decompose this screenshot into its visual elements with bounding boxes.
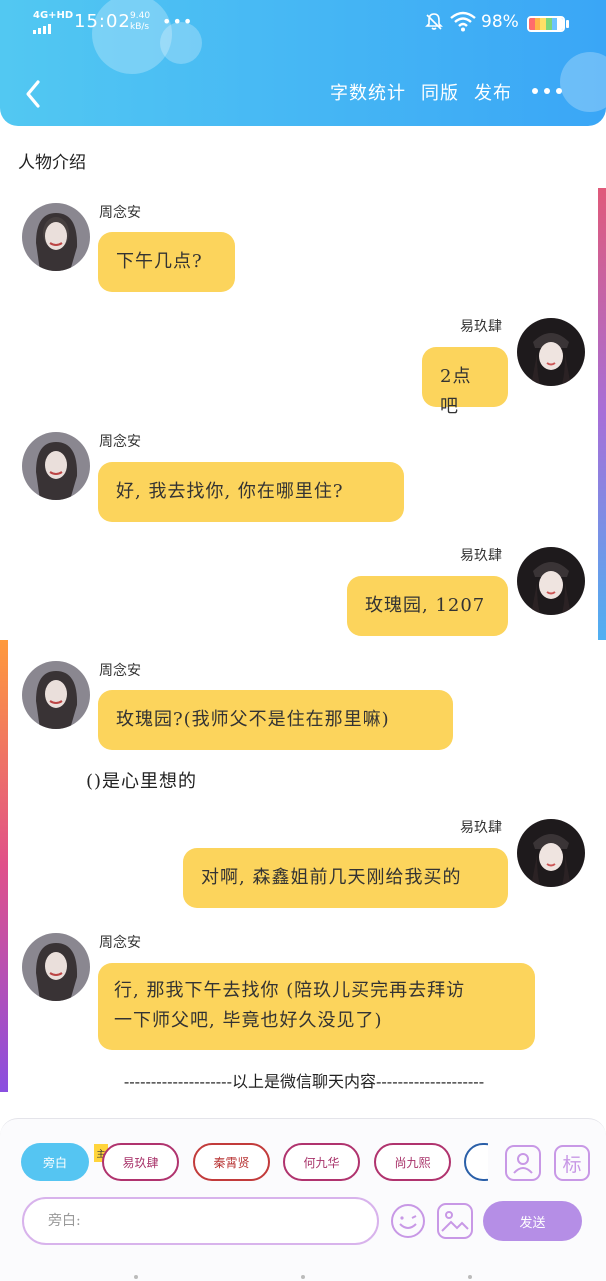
mute-bell-icon	[425, 13, 443, 30]
emoji-icon[interactable]	[390, 1203, 426, 1239]
avatar-right[interactable]	[517, 819, 585, 887]
message-bubble-right[interactable]: 玫瑰园, 1207	[347, 576, 508, 636]
role-chip[interactable]: 易玖肆	[102, 1143, 179, 1181]
character-profile-icon[interactable]	[505, 1145, 541, 1181]
sender-name: 周念安	[99, 434, 141, 450]
section-divider[interactable]: --------------------以上是微信聊天内容-----------…	[72, 1068, 536, 1092]
sender-name: 易玖肆	[460, 820, 502, 836]
right-color-bar	[598, 188, 606, 640]
message-bubble-left[interactable]: 好, 我去找你, 你在哪里住?	[98, 462, 404, 522]
tag-icon[interactable]: 标	[554, 1145, 590, 1181]
net-speed-value: 9.40	[130, 11, 151, 21]
status-bar: 4G+HD 15:02 9.40 kB/s ••• 98%	[0, 8, 606, 38]
message-input[interactable]: 旁白:	[22, 1197, 379, 1245]
publish-button[interactable]: 发布	[474, 79, 512, 105]
battery-tip	[566, 20, 569, 28]
app-header: 4G+HD 15:02 9.40 kB/s ••• 98% 字数统计 同版 发布	[0, 0, 606, 126]
page-indicator-dot	[134, 1275, 138, 1279]
avatar-left[interactable]	[22, 661, 90, 729]
page-indicator-dot	[468, 1275, 472, 1279]
sender-name: 易玖肆	[460, 548, 502, 564]
message-bubble-right[interactable]: 2点吧	[422, 347, 508, 417]
message-bubble-left[interactable]: 行, 那我下午去找你 (陪玖儿买完再去拜访 一下师父吧, 毕竟也好久没见了)	[98, 963, 535, 1050]
signal-icon	[33, 24, 51, 34]
back-arrow-icon[interactable]	[20, 76, 48, 112]
avatar-left[interactable]	[22, 432, 90, 500]
role-narration[interactable]: 旁白	[21, 1143, 89, 1181]
more-menu-icon[interactable]	[532, 88, 562, 94]
left-color-bar	[0, 640, 8, 1092]
avatar-left[interactable]	[22, 933, 90, 1001]
same-version-button[interactable]: 同版	[421, 79, 459, 105]
message-bubble-right[interactable]: 对啊, 森鑫姐前几天刚给我买的	[183, 848, 508, 908]
avatar-left[interactable]	[22, 203, 90, 271]
avatar-right[interactable]	[517, 318, 585, 386]
character-intro-link[interactable]: 人物介绍	[18, 148, 86, 173]
battery-icon	[527, 16, 565, 32]
message-line: 一下师父吧, 毕竟也好久没见了)	[114, 1010, 383, 1031]
status-overflow: •••	[162, 12, 194, 31]
sender-name: 周念安	[99, 935, 141, 951]
avatar-right[interactable]	[517, 547, 585, 615]
sender-name: 周念安	[99, 663, 141, 679]
message-bubble-left[interactable]: 下午几点?	[98, 232, 235, 292]
clock: 15:02	[74, 11, 131, 32]
aside-note[interactable]: ()是心里想的	[86, 767, 197, 793]
role-chip-partial[interactable]	[464, 1143, 488, 1181]
message-line: 行, 那我下午去找你 (陪玖儿买完再去拜访	[114, 980, 466, 1001]
sender-name: 易玖肆	[460, 319, 502, 335]
role-chip[interactable]: 秦霄贤	[193, 1143, 270, 1181]
net-speed-unit: kB/s	[130, 22, 150, 32]
network-type: 4G+HD	[33, 10, 74, 21]
send-button[interactable]: 发送	[483, 1201, 582, 1241]
net-speed: 9.40 kB/s	[130, 11, 150, 33]
page-indicator-dot	[301, 1275, 305, 1279]
decor-bubble	[560, 52, 606, 112]
role-chip[interactable]: 何九华	[283, 1143, 360, 1181]
sender-name: 周念安	[99, 205, 141, 221]
image-icon[interactable]	[437, 1203, 473, 1239]
role-chip[interactable]: 尚九熙	[374, 1143, 451, 1181]
wifi-icon	[450, 11, 476, 32]
battery-percent: 98%	[481, 12, 519, 32]
message-bubble-left[interactable]: 玫瑰园?(我师父不是住在那里嘛)	[98, 690, 453, 750]
word-count-button[interactable]: 字数统计	[330, 79, 406, 105]
